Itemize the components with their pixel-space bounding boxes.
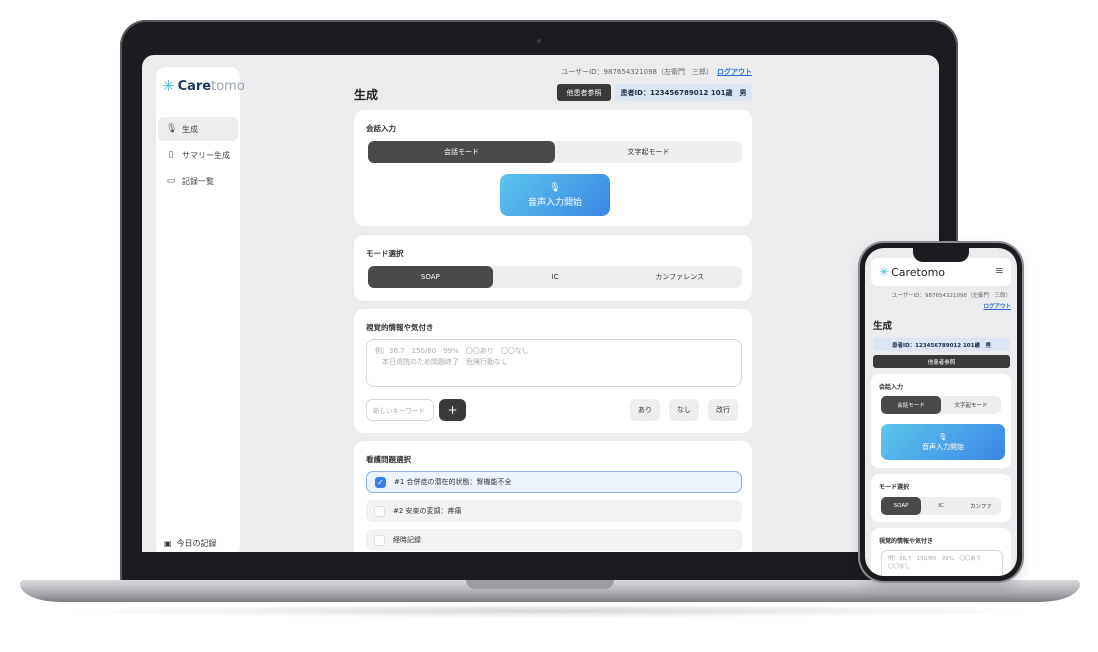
mode-transcription-tab[interactable]: 文字起モード: [555, 141, 742, 163]
mode-select-toggle: SOAP IC カンファレンス: [368, 266, 742, 288]
mode-ic-tab[interactable]: IC: [493, 266, 618, 288]
main-content: ユーザーID：987654321098（左衛門 三郎） ログアウト 生成 他患者参…: [352, 55, 752, 552]
mode-conference-tab[interactable]: カンファレンス: [617, 266, 742, 288]
laptop-screen: ✳ Caretomo 🎙︎ 生成 ▯ サマリー生成 ▭ 記録一覧 ▣ 今日の記録: [142, 55, 939, 552]
add-keyword-button[interactable]: +: [439, 399, 466, 421]
voice-input-button[interactable]: 🎙︎ 音声入力開始: [500, 174, 610, 216]
app-logo[interactable]: ✳ Caretomo: [162, 77, 245, 95]
sidebar-item-summary[interactable]: ▯ サマリー生成: [158, 143, 238, 167]
card-title: 視覚的情報や気付き: [879, 538, 934, 545]
conversation-card: 会話入力 会話モード 文字起モード 🎙︎ 音声入力開始: [354, 110, 752, 226]
mobile-page-title: 生成: [873, 321, 893, 332]
card-title: 会話入力: [879, 384, 904, 391]
checkbox-icon: [374, 505, 385, 517]
mobile-user-info: ユーザーID：987654321098（左衛門 三郎）: [891, 293, 1011, 299]
mobile-patient-id-badge: 患者ID：123456789012 101歳 男: [873, 338, 1010, 351]
sidebar-item-label: 記録一覧: [182, 176, 214, 186]
sidebar-item-generate[interactable]: 🎙︎ 生成: [158, 117, 238, 141]
logout-link[interactable]: ログアウト: [717, 68, 752, 76]
sidebar: ✳ Caretomo 🎙︎ 生成 ▯ サマリー生成 ▭ 記録一覧 ▣ 今日の記録: [156, 67, 245, 552]
mobile-header: ✳ Caretomo ≡: [871, 258, 1011, 286]
microphone-icon: 🎙︎: [549, 182, 561, 193]
keyword-input[interactable]: 新しいキーワード: [366, 399, 434, 421]
visual-info-card: 視覚的情報や気付き 例）36.7 150/80 99% 〇〇あり 〇〇なし 本日…: [354, 309, 752, 433]
mobile-conversation-card: 会話入力 会話モード 文字起モード 🎙︎ 音声入力開始: [871, 374, 1011, 468]
user-info: ユーザーID：987654321098（左衛門 三郎） ログアウト: [561, 68, 752, 76]
today-records-link[interactable]: ▣ 今日の記録: [164, 538, 217, 549]
mobile-logout-link[interactable]: ログアウト: [983, 302, 1011, 310]
clipboard-icon: ▯: [168, 150, 174, 160]
folder-icon: ▭: [166, 176, 176, 186]
microphone-icon: 🎙︎: [938, 432, 948, 441]
device-mockup: ✳ Caretomo 🎙︎ 生成 ▯ サマリー生成 ▭ 記録一覧 ▣ 今日の記録: [0, 0, 1098, 652]
hamburger-menu-icon[interactable]: ≡: [995, 264, 1004, 277]
mode-conversation-tab[interactable]: 会話モード: [881, 396, 941, 414]
mode-conversation-tab[interactable]: 会話モード: [368, 141, 555, 163]
checkbox-icon: [374, 534, 385, 546]
logo-star-icon: ✳: [162, 77, 175, 95]
mode-ic-tab[interactable]: IC: [921, 497, 961, 515]
mode-select-card: モード選択 SOAP IC カンファレンス: [354, 235, 752, 301]
mobile-app-logo[interactable]: ✳ Caretomo: [879, 265, 945, 279]
sidebar-item-records[interactable]: ▭ 記録一覧: [158, 169, 238, 193]
microphone-icon: 🎙︎: [166, 124, 178, 134]
phone-frame: ✳ Caretomo ≡ ユーザーID：987654321098（左衛門 三郎）…: [860, 243, 1022, 581]
visual-info-textarea[interactable]: 例）36.7 150/80 99% 〇〇あり 〇〇なし 本日退院のため問題終了 …: [366, 339, 742, 387]
mobile-other-patient-button[interactable]: 他患者参照: [873, 355, 1010, 368]
card-title: 視覚的情報や気付き: [366, 323, 434, 332]
sidebar-item-label: 生成: [182, 124, 198, 134]
mobile-mode-select-card: モード選択 SOAP IC カンファ: [871, 474, 1011, 522]
mobile-conversation-mode-toggle: 会話モード 文字起モード: [881, 396, 1001, 414]
patient-id-badge: 患者ID：123456789012 101歳 男: [615, 84, 752, 101]
card-title: モード選択: [366, 249, 404, 258]
keyword-chip-nashi[interactable]: なし: [669, 399, 699, 421]
page-title: 生成: [354, 88, 379, 102]
card-title: 会話入力: [366, 124, 396, 133]
mode-soap-tab[interactable]: SOAP: [368, 266, 493, 288]
nursing-issues-card: 看護問題選択 ✓ #1 合併症の潜在的状態：腎機能不全 #2 安楽の変調：疼痛 …: [354, 441, 752, 552]
mode-soap-tab[interactable]: SOAP: [881, 497, 921, 515]
calendar-icon: ▣: [164, 539, 172, 548]
mobile-visual-info-textarea[interactable]: 例）36.7 150/80 99% 〇〇あり 〇〇なし: [881, 550, 1003, 576]
keyword-chip-newline[interactable]: 改行: [708, 399, 738, 421]
mode-conference-tab[interactable]: カンファ: [961, 497, 1001, 515]
mobile-voice-input-button[interactable]: 🎙︎ 音声入力開始: [881, 424, 1005, 460]
conversation-mode-toggle: 会話モード 文字起モード: [368, 141, 742, 163]
mode-transcription-tab[interactable]: 文字起モード: [941, 396, 1001, 414]
phone-notch: [913, 248, 969, 262]
card-title: 看護問題選択: [366, 455, 411, 464]
mobile-visual-info-card: 視覚的情報や気付き 例）36.7 150/80 99% 〇〇あり 〇〇なし: [871, 528, 1011, 576]
mobile-mode-select-toggle: SOAP IC カンファ: [881, 497, 1001, 515]
logo-star-icon: ✳: [879, 265, 890, 279]
laptop-camera: [537, 39, 541, 43]
nursing-issue-item[interactable]: #2 安楽の変調：疼痛: [366, 500, 742, 522]
phone-screen: ✳ Caretomo ≡ ユーザーID：987654321098（左衛門 三郎）…: [865, 248, 1017, 576]
card-title: モード選択: [879, 484, 910, 491]
keyword-chip-ari[interactable]: あり: [630, 399, 660, 421]
nursing-issue-item[interactable]: ✓ #1 合併症の潜在的状態：腎機能不全: [366, 471, 742, 493]
nursing-issue-item[interactable]: 経時記録: [366, 529, 742, 551]
checkbox-checked-icon: ✓: [375, 476, 386, 488]
other-patient-button[interactable]: 他患者参照: [557, 84, 611, 101]
sidebar-item-label: サマリー生成: [182, 150, 230, 160]
